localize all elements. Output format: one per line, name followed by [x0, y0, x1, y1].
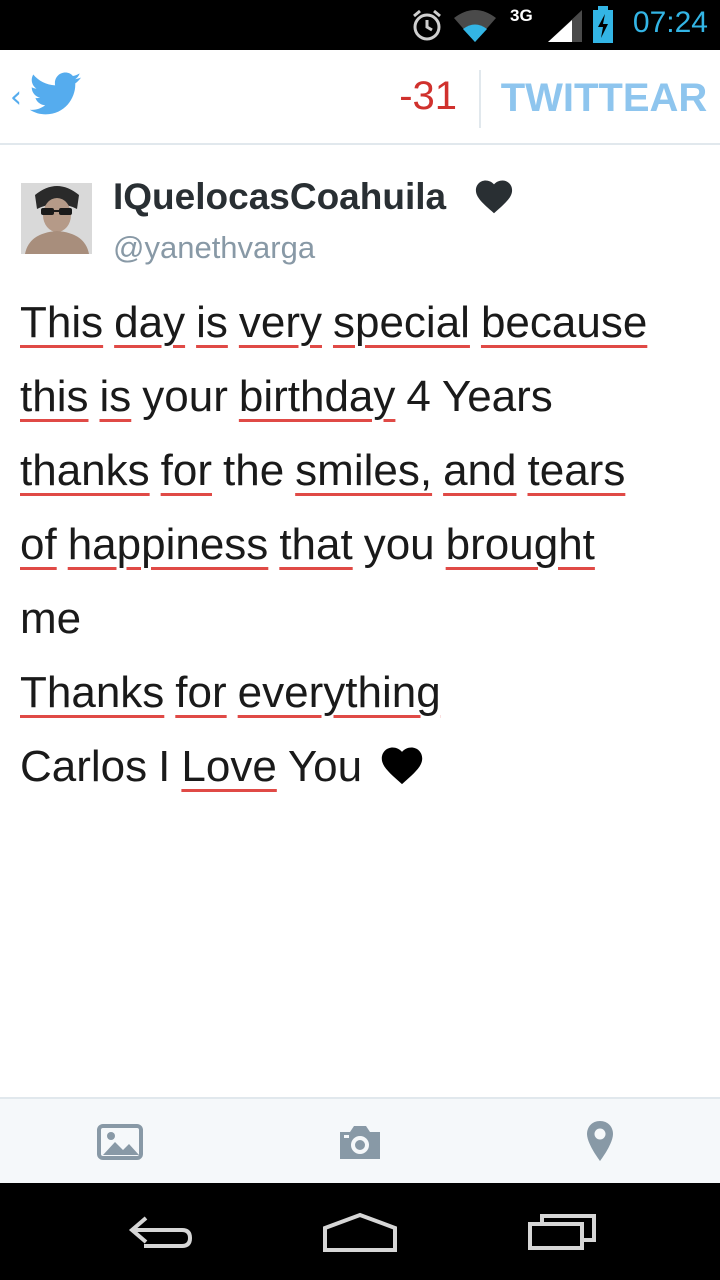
word: tears: [527, 446, 626, 495]
avatar: [21, 183, 92, 254]
text-line: this is your birthday 4 Years: [20, 364, 710, 438]
word: special: [332, 298, 470, 347]
tweet-button[interactable]: TWITTEAR: [488, 74, 720, 122]
word: you: [363, 520, 435, 569]
character-counter: -31: [399, 74, 457, 118]
word: This: [20, 298, 104, 347]
navigation-bar: [0, 1183, 720, 1280]
text-line: me: [20, 586, 710, 660]
word: for: [175, 668, 227, 717]
word: happiness: [67, 520, 269, 569]
twitter-bird-icon: [30, 72, 82, 115]
tweet-compose-field[interactable]: This day is very special because this is your bi…: [20, 290, 710, 808]
camera-icon[interactable]: [336, 1115, 384, 1169]
word: Years: [441, 372, 553, 421]
chevron-left-icon: ‹: [10, 80, 22, 115]
heart-icon: [381, 747, 423, 785]
word: your: [142, 372, 228, 421]
action-bar: ‹ -31 TWITTEAR: [0, 50, 720, 145]
word: Thanks: [20, 668, 165, 717]
word: me: [20, 594, 82, 643]
word: I: [158, 742, 171, 791]
word: birthday: [238, 372, 396, 421]
word: very: [238, 298, 322, 347]
action-bar-divider: [479, 70, 481, 128]
user-handle: @yanethvarga: [113, 230, 316, 265]
battery-charging-icon: [593, 6, 613, 43]
word: because: [480, 298, 648, 347]
word: the: [223, 446, 285, 495]
signal-icon: [548, 10, 582, 42]
display-name: IQuelocasCoahuila: [113, 176, 447, 217]
status-time: 07:24: [632, 6, 708, 39]
word: Love: [181, 742, 277, 791]
home-icon[interactable]: [320, 1208, 400, 1254]
word: and: [443, 446, 517, 495]
text-line: of happiness that you brought: [20, 512, 710, 586]
word: is: [99, 372, 132, 421]
heart-icon: [475, 180, 513, 214]
word: brought: [445, 520, 595, 569]
text-line: Thanks for everything: [20, 660, 710, 734]
text-line: Carlos I Love You: [20, 734, 710, 808]
wifi-icon: [454, 10, 496, 42]
word: smiles,: [295, 446, 433, 495]
word: that: [279, 520, 353, 569]
up-navigation[interactable]: ‹: [0, 50, 96, 145]
avatar-image: [21, 183, 92, 254]
text-line: This day is very special because: [20, 290, 710, 364]
recent-apps-icon[interactable]: [524, 1208, 600, 1254]
word: day: [114, 298, 186, 347]
word: Carlos: [20, 742, 148, 791]
word: of: [20, 520, 57, 569]
word: this: [20, 372, 89, 421]
word: You: [287, 742, 363, 791]
status-bar: 3G 07:24: [0, 0, 720, 50]
compose-toolbar: [0, 1097, 720, 1183]
alarm-icon: [413, 9, 441, 41]
word: for: [160, 446, 212, 495]
word: is: [196, 298, 228, 347]
word: everything: [237, 668, 441, 717]
word: 4: [406, 372, 431, 421]
word: thanks: [20, 446, 150, 495]
back-icon[interactable]: [124, 1208, 196, 1254]
network-type-label: 3G: [510, 6, 533, 25]
location-icon[interactable]: [584, 1115, 616, 1169]
gallery-icon[interactable]: [96, 1115, 144, 1169]
text-line: thanks for the smiles, and tears: [20, 438, 710, 512]
